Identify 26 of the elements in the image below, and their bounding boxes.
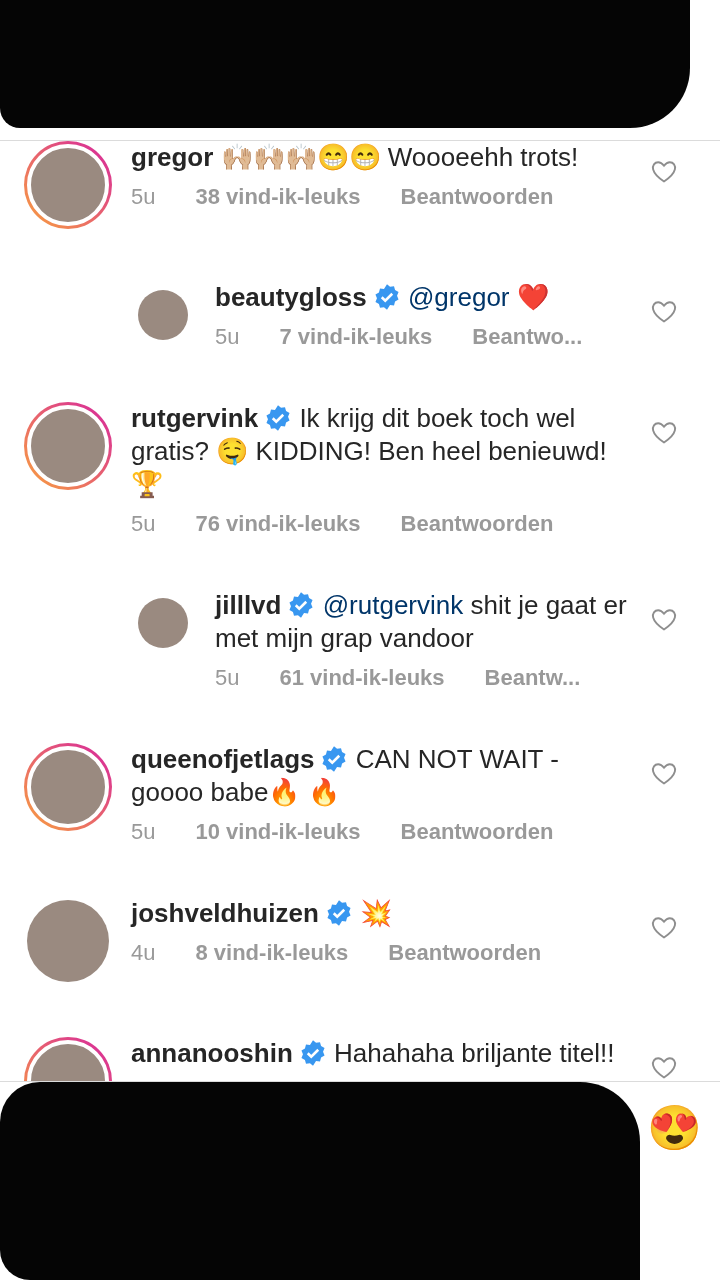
reply-link[interactable]: Beantwo... [472, 324, 583, 350]
reply-link[interactable]: Beantwoorden [400, 511, 554, 537]
reply-link[interactable]: Beantwoorden [400, 819, 554, 845]
likes-count[interactable]: 76 vind-ik-leuks [195, 511, 361, 537]
comment-time: 5u [131, 819, 156, 845]
comment-text: rutgervink Ik krijg dit boek toch wel gratis? 🤤 KIDDING! Ben heel benieuwd! 🏆 [131, 402, 608, 501]
likes-count[interactable]: 38 vind-ik-leuks [195, 184, 361, 210]
comment-time: 4u [131, 940, 156, 966]
likes-count[interactable]: 7 vind-ik-leuks [279, 324, 433, 350]
comment-text: jilllvd @rutgervink shit je gaat er met mijn grap vandoor [215, 589, 628, 655]
comment-text: joshveldhuizen 💥 [131, 897, 394, 930]
emoji-reaction[interactable]: 😍 [647, 1098, 702, 1158]
comment-time: 5u [215, 665, 240, 691]
comment-text: gregor 🙌🏼🙌🏼🙌🏼😁😁 Woooeehh trots! [131, 141, 580, 174]
likes-count[interactable]: 8 vind-ik-leuks [195, 940, 349, 966]
comment-time: 5u [131, 511, 156, 537]
comment-text: queenofjetlags CAN NOT WAIT - goooo babe🔥 🔥 [131, 743, 560, 809]
comment-time: 5u [215, 324, 240, 350]
reply-link[interactable]: Beantw... [484, 665, 581, 691]
likes-count[interactable]: 61 vind-ik-leuks [279, 665, 445, 691]
reply-link[interactable]: Beantwoorden [400, 184, 554, 210]
likes-count[interactable]: 10 vind-ik-leuks [195, 819, 361, 845]
comment-text: annanooshin Hahahaha briljante titel!! [131, 1037, 616, 1070]
comment-text: beautygloss @gregor ❤ [215, 281, 550, 314]
reply-link[interactable]: Beantwoorden [388, 940, 542, 966]
comment-time: 5u [131, 184, 156, 210]
